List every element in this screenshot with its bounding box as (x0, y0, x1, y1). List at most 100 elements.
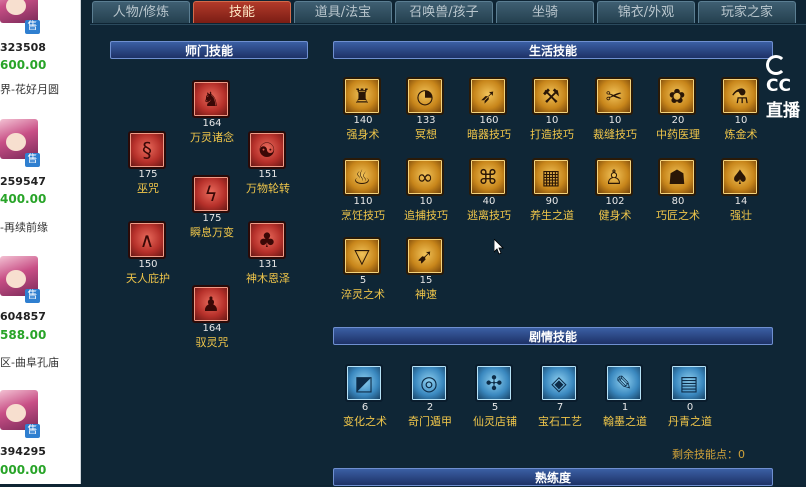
listing-price: 400.00 (0, 192, 47, 206)
skill-level: 7 (556, 402, 564, 413)
proficiency-header: 熟练度 (333, 468, 773, 486)
cc-logo-icon (766, 55, 786, 75)
story-skill[interactable]: ▤ 0 丹青之道 (653, 364, 727, 444)
master-skills-header: 师门技能 (110, 41, 308, 59)
skill-name: 仙灵店铺 (473, 415, 517, 428)
strength-icon: ♜ (343, 77, 381, 115)
master-skill[interactable]: § 175 巫咒 (111, 131, 185, 211)
hammer-icon: ⚒ (532, 77, 570, 115)
escape-icon: ⌘ (469, 158, 507, 196)
funnel-icon: ▽ (343, 237, 381, 275)
story-skill[interactable]: ◩ 6 变化之术 (328, 364, 402, 444)
skill-name: 丹青之道 (668, 415, 712, 428)
scissors-icon: ✂ (595, 77, 633, 115)
skill-level: 2 (426, 402, 434, 413)
sale-badge: 售 (25, 20, 40, 34)
skill-level: 1 (621, 402, 629, 413)
gem-icon: ◈ (540, 364, 578, 402)
listing-id: 604857 (0, 310, 46, 323)
mask-icon: ∞ (406, 158, 444, 196)
tab-mounts[interactable]: 坐骑 (496, 1, 594, 23)
skill-name: 奇门遁甲 (408, 415, 452, 428)
listing-item[interactable]: 售 604857 588.00 区-曲阜孔庙 (0, 240, 80, 369)
story-skill[interactable]: ✎ 1 翰墨之道 (588, 364, 662, 444)
skill-name: 天人庇护 (126, 272, 170, 285)
listing-item[interactable]: 售 259547 400.00 -再续前缘 (0, 104, 80, 234)
maze-icon: ◎ (410, 364, 448, 402)
life-skills-header: 生活技能 (333, 41, 773, 59)
tab-player-home[interactable]: 玩家之家 (698, 1, 796, 23)
transform-icon: ◩ (345, 364, 383, 402)
dart-icon: ➶ (469, 77, 507, 115)
fitness-icon: ♙ (595, 158, 633, 196)
painting-icon: ▤ (670, 364, 708, 402)
alchemy-icon: ⚗ (721, 77, 759, 115)
tab-bar: 人物/修炼 技能 道具/法宝 召唤兽/孩子 坐骑 锦衣/外观 玩家之家 (90, 0, 806, 24)
tab-character[interactable]: 人物/修炼 (92, 1, 190, 23)
story-skills-header: 剧情技能 (333, 327, 773, 345)
listing-item[interactable]: 售 394295 000.00 (0, 372, 80, 484)
life-skill[interactable]: ➹ 15 神速 (389, 237, 463, 317)
listing-server: 界-花好月圆 (0, 83, 59, 96)
listing-item[interactable]: 售 323508 600.00 界-花好月圆 (0, 0, 80, 104)
meditation-icon: ◔ (406, 77, 444, 115)
tab-items[interactable]: 道具/法宝 (294, 1, 392, 23)
skill-level: 131 (258, 259, 278, 270)
shop-icon: ✣ (475, 364, 513, 402)
watermark-logo: CC直播 (766, 55, 806, 121)
listing-id: 394295 (0, 445, 46, 458)
skill-level: 175 (138, 169, 158, 180)
skill-name: 驭灵咒 (195, 336, 229, 349)
tab-skills[interactable]: 技能 (193, 1, 291, 23)
story-skill[interactable]: ◈ 7 宝石工艺 (523, 364, 597, 444)
sale-badge: 售 (25, 289, 40, 303)
speed-icon: ➹ (406, 237, 444, 275)
sale-badge: 售 (25, 424, 40, 438)
tree-icon: ♣ (248, 221, 286, 259)
watermark-text: CC直播 (766, 76, 800, 121)
listing-column: 售 323508 600.00 界-花好月圆 售 259547 400.00 -… (0, 0, 81, 484)
skill-name: 炼金术 (724, 128, 758, 141)
listing-id: 259547 (0, 175, 46, 188)
life-skill[interactable]: ♠ 14 强壮 (704, 158, 778, 238)
spiral-icon: § (128, 131, 166, 169)
tab-summons[interactable]: 召唤兽/孩子 (395, 1, 493, 23)
lightning-icon: ϟ (192, 175, 230, 213)
skill-name: 翰墨之道 (603, 415, 647, 428)
beast-icon: ♞ (192, 80, 230, 118)
skill-name: 神速 (415, 288, 437, 301)
sale-badge: 售 (25, 153, 40, 167)
mouse-cursor-icon (494, 239, 504, 255)
skill-level: 0 (686, 402, 694, 413)
listing-price: 000.00 (0, 463, 47, 477)
herb-icon: ✿ (658, 77, 696, 115)
skill-name: 巫咒 (137, 182, 159, 195)
skills-panel: 师门技能 生活技能 剧情技能 熟练度 ♞ 164 万灵诸念 § 175 巫咒 ☯… (90, 24, 806, 486)
skill-name: 神木恩泽 (246, 272, 290, 285)
tab-appearance[interactable]: 锦衣/外观 (597, 1, 695, 23)
listing-server: -再续前缘 (0, 221, 48, 234)
skill-level: 5 (491, 402, 499, 413)
ink-icon: ✎ (605, 364, 643, 402)
master-skill[interactable]: ∧ 150 天人庇护 (111, 221, 185, 301)
listing-server: 区-曲阜孔庙 (0, 356, 59, 369)
listing-price: 600.00 (0, 58, 47, 72)
story-skill[interactable]: ✣ 5 仙灵店铺 (458, 364, 532, 444)
listing-price: 588.00 (0, 328, 47, 342)
listing-id: 323508 (0, 41, 46, 54)
skill-level: 14 (734, 196, 748, 207)
master-skill[interactable]: ♟ 164 驭灵咒 (175, 285, 249, 365)
skill-level: 150 (138, 259, 158, 270)
remaining-skill-points: 剩余技能点：0 (672, 448, 745, 461)
skill-level: 15 (419, 275, 433, 286)
cooking-icon: ♨ (343, 158, 381, 196)
craft-icon: ☗ (658, 158, 696, 196)
health-icon: ▦ (532, 158, 570, 196)
figure-icon: ♟ (192, 285, 230, 323)
skill-name: 强壮 (730, 209, 752, 222)
skill-level: 164 (202, 323, 222, 334)
skill-level: 6 (361, 402, 369, 413)
skill-level: 164 (202, 118, 222, 129)
yin-yang-icon: ☯ (248, 131, 286, 169)
story-skill[interactable]: ◎ 2 奇门遁甲 (393, 364, 467, 444)
